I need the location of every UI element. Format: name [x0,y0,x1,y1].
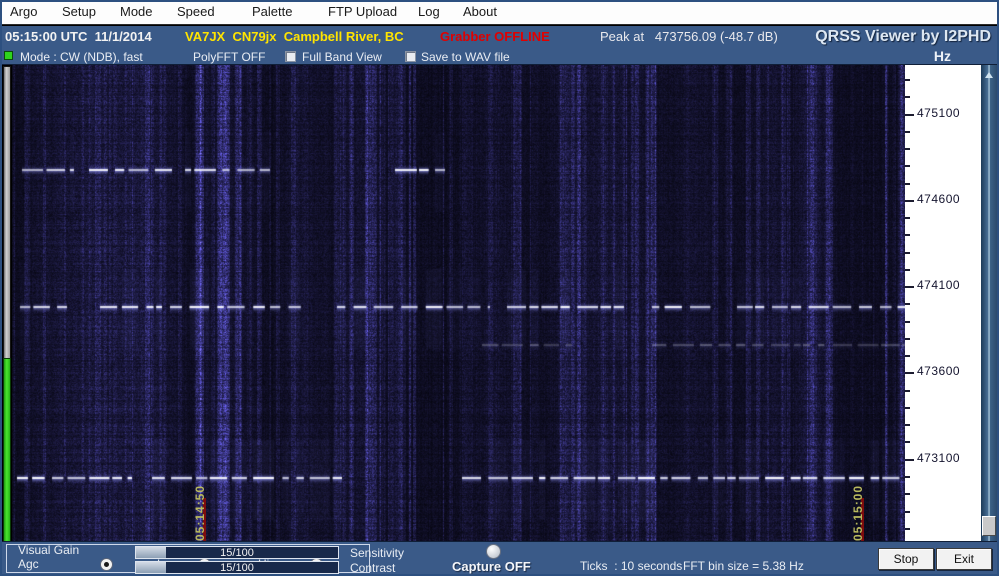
fft-bin-size-readout: FFT bin size = 5.38 Hz [683,559,804,573]
waterfall-spectrogram[interactable] [12,65,905,543]
full-band-view-checkbox[interactable] [285,51,296,62]
full-band-view-label: Full Band View [302,50,382,64]
minor-tick [905,269,910,271]
minor-tick [905,252,910,254]
menu-item-log[interactable]: Log [418,4,440,19]
minor-tick [905,321,910,323]
capture-status-label: Capture OFF [452,559,531,574]
frequency-scrollbar[interactable] [981,65,997,543]
minor-tick [905,234,910,236]
scrollbar-thumb[interactable] [982,516,996,536]
frequency-tick-label: 473600 [917,364,961,378]
minor-tick [905,96,910,98]
menu-item-palette[interactable]: Palette [252,4,292,19]
minor-tick [905,148,910,150]
polyfft-status[interactable]: PolyFFT OFF [193,50,265,64]
minor-tick [905,183,910,185]
menu-item-argo[interactable]: Argo [10,4,37,19]
grabber-status: Grabber OFFLINE [440,29,550,44]
minor-tick [905,390,910,392]
bottom-control-bar: Visual Gain Agc Lo Hi 15/100 15/100 Sens… [0,541,999,576]
ticks-readout: Ticks : 10 seconds [580,559,683,573]
mode-led-icon [4,51,13,60]
frequency-tick-label: 473100 [917,451,961,465]
menu-item-about[interactable]: About [463,4,497,19]
utc-datetime: 05:15:00 UTC 11/1/2014 [5,29,152,44]
visual-gain-title: Visual Gain [18,543,80,557]
signal-level-meter-green [3,358,11,542]
menu-bar: Argo Setup Mode Speed Palette FTP Upload Log Ab… [0,0,999,25]
major-tick [905,372,914,374]
major-tick [905,114,914,116]
menu-item-speed[interactable]: Speed [177,4,215,19]
major-tick [905,200,914,202]
minor-tick [905,528,910,530]
peak-readout: Peak at 473756.09 (-48.7 dB) [600,29,778,44]
capture-led-button[interactable] [486,544,501,559]
minor-tick [905,355,910,357]
frequency-tick-label: 475100 [917,106,961,120]
menu-item-mode[interactable]: Mode [120,4,153,19]
major-tick [905,459,914,461]
minor-tick [905,131,910,133]
minor-tick [905,165,910,167]
major-tick [905,286,914,288]
timestamp-label: 05:15:00 [851,484,865,541]
minor-tick [905,338,910,340]
minor-tick [905,493,910,495]
minor-tick [905,407,910,409]
frequency-unit-label: Hz [933,48,951,64]
sensitivity-slider[interactable]: 15/100 [135,546,339,559]
save-wav-checkbox[interactable] [405,51,416,62]
mode-bar: Mode : CW (NDB), fast PolyFFT OFF Full B… [0,48,999,65]
info-bar: 05:15:00 UTC 11/1/2014 VA7JX CN79jx Camp… [0,26,999,48]
minor-tick [905,424,910,426]
contrast-label: Contrast [350,561,396,575]
sensitivity-value: 15/100 [220,547,254,559]
frequency-tick-label: 474600 [917,192,961,206]
frequency-scale: 475100 474600 474100 473600 473100 [905,65,981,543]
minor-tick [905,79,910,81]
save-wav-label: Save to WAV file [421,50,510,64]
frequency-tick-label: 474100 [917,278,961,292]
radio-dot-icon [104,562,109,567]
agc-radio[interactable] [100,558,113,571]
minor-tick [905,303,910,305]
minor-tick [905,217,910,219]
minor-tick [905,476,910,478]
qrss-viewer-window: Argo Setup Mode Speed Palette FTP Upload Log Ab… [0,0,999,576]
menu-item-ftp-upload[interactable]: FTP Upload [328,4,397,19]
contrast-slider[interactable]: 15/100 [135,561,339,574]
exit-button[interactable]: Exit [936,548,992,570]
menu-item-setup[interactable]: Setup [62,4,96,19]
contrast-value: 15/100 [220,562,254,574]
timestamp-label: 05:14:50 [193,484,207,541]
app-title: QRSS Viewer by I2PHD [815,28,991,45]
mode-text: Mode : CW (NDB), fast [20,50,143,64]
agc-radio-label: Agc [18,557,39,571]
scrollbar-up-arrow-icon[interactable] [985,72,993,78]
station-id: VA7JX CN79jx Campbell River, BC [185,29,404,44]
minor-tick [905,441,910,443]
stop-button[interactable]: Stop [878,548,934,570]
sensitivity-label: Sensitivity [350,546,405,560]
minor-tick [905,511,910,513]
